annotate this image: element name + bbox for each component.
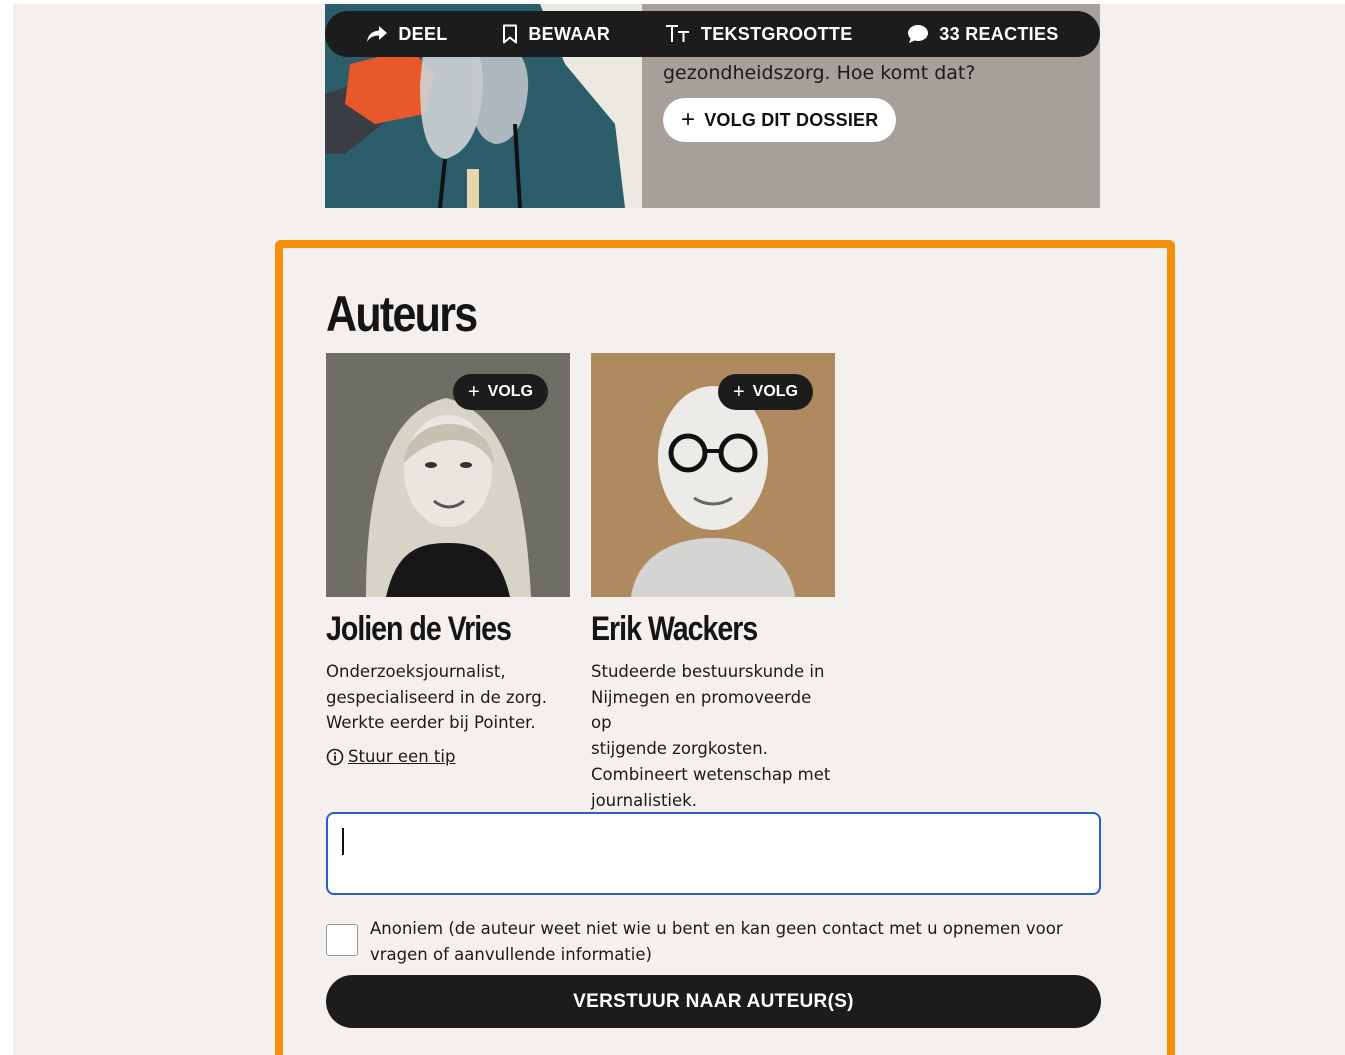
save-label: BEWAAR — [528, 23, 611, 44]
anonymous-label-line: Anoniem (de auteur weet niet wie u bent … — [370, 919, 1063, 938]
author-portrait: + VOLG — [591, 353, 835, 597]
follow-label: VOLG — [752, 383, 798, 400]
comments-label: 33 REACTIES — [939, 23, 1059, 44]
share-label: DEEL — [398, 23, 448, 44]
anonymous-checkbox[interactable] — [326, 924, 358, 956]
send-tip-link[interactable]: Stuur een tip — [326, 747, 570, 766]
author-bio-line: Studeerde bestuurskunde in — [591, 662, 825, 681]
info-icon — [326, 748, 344, 765]
author-bio: Onderzoeksjournalist, gespecialiseerd in… — [326, 659, 570, 736]
author-name: Jolien de Vries — [326, 610, 512, 648]
text-cursor — [342, 828, 344, 855]
anonymous-option: Anoniem (de auteur weet niet wie u bent … — [326, 916, 1086, 967]
author-card: + VOLG Erik Wackers Studeerde bestuursku… — [591, 353, 835, 813]
follow-author-button[interactable]: + VOLG — [452, 374, 548, 410]
tip-textarea[interactable] — [326, 812, 1101, 895]
page: gezondheidszorg. Hoe komt dat? + VOLG DI… — [13, 4, 1345, 1055]
comment-icon — [908, 25, 929, 43]
author-card: + VOLG Jolien de Vries Onderzoeksjournal… — [326, 353, 570, 766]
follow-label: VOLG — [487, 383, 533, 400]
author-bio-line: journalistiek. — [591, 790, 697, 810]
dossier-description: gezondheidszorg. Hoe komt dat? — [663, 62, 976, 84]
anonymous-label-line: vragen of aanvullende informatie) — [370, 944, 652, 964]
author-bio-line: Onderzoeksjournalist, — [326, 662, 506, 681]
author-bio-line: Werkte eerder bij Pointer. — [326, 713, 536, 733]
comments-button[interactable]: 33 REACTIES — [907, 24, 1058, 45]
textsize-label: TEKSTGROOTTE — [700, 23, 853, 44]
author-bio-line: stijgende zorgkosten. — [591, 739, 768, 759]
plus-icon: + — [467, 381, 480, 403]
share-icon — [367, 26, 388, 42]
authors-heading: Auteurs — [326, 286, 478, 342]
follow-dossier-label: VOLG DIT DOSSIER — [704, 109, 879, 130]
plus-icon: + — [681, 106, 696, 133]
send-tip-label: Stuur een tip — [348, 747, 456, 767]
save-button[interactable]: BEWAAR — [502, 24, 610, 45]
follow-dossier-button[interactable]: + VOLG DIT DOSSIER — [663, 98, 897, 142]
author-portrait: + VOLG — [326, 353, 570, 597]
author-bio: Studeerde bestuurskunde in Nijmegen en p… — [591, 659, 835, 813]
plus-icon: + — [732, 381, 745, 403]
author-name: Erik Wackers — [591, 610, 758, 648]
authors-section: Auteurs + VOLG Jolien de Vries Onderzoek… — [275, 240, 1175, 1055]
anonymous-label: Anoniem (de auteur weet niet wie u bent … — [370, 916, 1063, 967]
share-button[interactable]: DEEL — [366, 24, 447, 45]
author-bio-line: Combineert wetenschap met — [591, 764, 831, 784]
follow-author-button[interactable]: + VOLG — [717, 374, 813, 410]
author-bio-line: Nijmegen en promoveerde op — [591, 687, 812, 733]
bookmark-icon — [503, 24, 518, 44]
send-to-authors-button[interactable]: VERSTUUR NAAR AUTEUR(S) — [326, 975, 1101, 1028]
textsize-button[interactable]: TEKSTGROOTTE — [665, 24, 853, 45]
text-size-icon — [665, 25, 689, 42]
article-toolbar: DEEL BEWAAR TEKSTGROOTTE 33 REACTIES — [325, 11, 1100, 57]
author-bio-line: gespecialiseerd in de zorg. — [326, 687, 548, 707]
